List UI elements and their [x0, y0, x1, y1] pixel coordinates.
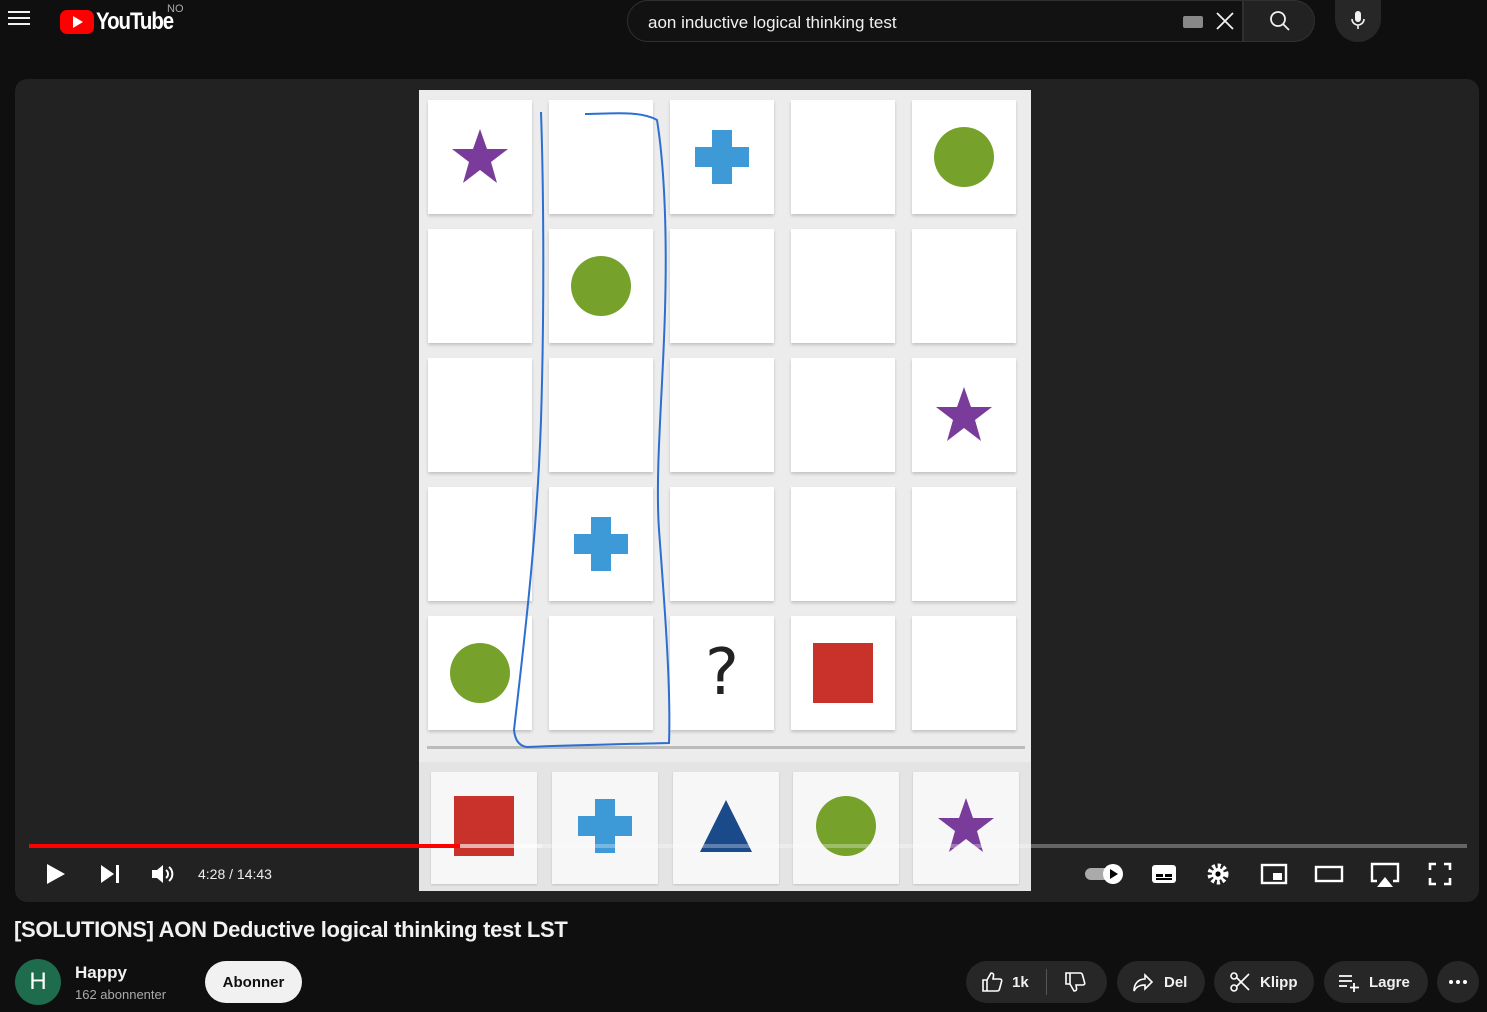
puzzle-image: ?: [419, 90, 1031, 891]
puzzle-cell: [670, 487, 774, 601]
puzzle-cell: [549, 487, 653, 601]
thumbs-up-icon: [982, 972, 1003, 992]
puzzle-cell: [912, 229, 1016, 343]
thumbs-down-icon: [1065, 972, 1086, 992]
airplay-icon[interactable]: [1369, 861, 1401, 889]
logo-text: YouTube: [96, 8, 174, 35]
scissors-icon: [1230, 972, 1250, 992]
country-code: NO: [167, 3, 184, 15]
like-dislike-group: 1k: [966, 961, 1107, 1003]
puzzle-cell: [912, 487, 1016, 601]
puzzle-cell: [912, 616, 1016, 730]
puzzle-cell: [428, 487, 532, 601]
red-square: [813, 643, 873, 703]
autoplay-toggle-icon[interactable]: [1085, 864, 1125, 884]
microphone-icon: [1351, 11, 1365, 29]
question-mark: ?: [705, 636, 739, 710]
green-circle: [450, 643, 510, 703]
puzzle-cell: [912, 100, 1016, 214]
puzzle-cell: [428, 229, 532, 343]
share-button[interactable]: Del: [1117, 961, 1205, 1003]
search-box: [627, 0, 1243, 42]
play-logo-icon: [60, 10, 94, 34]
progress-fill: [29, 844, 461, 848]
blue-cross: [571, 514, 631, 574]
green-circle: [571, 256, 631, 316]
puzzle-cell: [912, 358, 1016, 472]
puzzle-cell: [428, 100, 532, 214]
green-circle: [934, 127, 994, 187]
puzzle-cell: [791, 100, 895, 214]
puzzle-cell: [549, 616, 653, 730]
dislike-button[interactable]: [1047, 961, 1087, 1003]
clear-search-icon[interactable]: [1213, 9, 1237, 33]
puzzle-cell: [549, 100, 653, 214]
like-button[interactable]: 1k: [966, 961, 1046, 1003]
play-icon[interactable]: [43, 861, 67, 887]
puzzle-cell: [670, 229, 774, 343]
menu-icon[interactable]: [8, 8, 30, 30]
theater-mode-icon[interactable]: [1314, 863, 1344, 885]
puzzle-cell: [670, 358, 774, 472]
video-player[interactable]: ? 4:28 / 14:43: [15, 79, 1479, 902]
blue-cross: [692, 127, 752, 187]
voice-search-button[interactable]: [1335, 0, 1381, 42]
subscribe-button[interactable]: Abonner: [205, 961, 302, 1003]
volume-icon[interactable]: [150, 862, 176, 886]
masthead: YouTube NO: [0, 0, 1487, 56]
fullscreen-icon[interactable]: [1428, 862, 1452, 886]
progress-bar[interactable]: [29, 844, 1467, 848]
puzzle-cell: [791, 229, 895, 343]
share-icon: [1133, 973, 1154, 992]
puzzle-cell: [791, 616, 895, 730]
puzzle-cell: [428, 358, 532, 472]
save-to-playlist-icon: [1339, 975, 1359, 992]
puzzle-cell: [791, 487, 895, 601]
search-button[interactable]: [1243, 0, 1315, 42]
puzzle-divider: [427, 746, 1025, 749]
like-count: 1k: [1012, 973, 1029, 991]
share-label: Del: [1164, 973, 1188, 991]
puzzle-cell: [549, 358, 653, 472]
subscriber-count: 162 abonnenter: [75, 987, 167, 1002]
time-display: 4:28 / 14:43: [198, 866, 272, 882]
channel-name[interactable]: Happy: [75, 963, 127, 983]
clip-label: Klipp: [1260, 973, 1298, 991]
next-icon[interactable]: [98, 862, 122, 886]
puzzle-cell: [549, 229, 653, 343]
settings-icon[interactable]: [1206, 862, 1230, 886]
purple-star: [450, 127, 510, 187]
puzzle-cell: [791, 358, 895, 472]
save-label: Lagre: [1369, 973, 1410, 991]
player-controls: 4:28 / 14:43: [15, 849, 1479, 899]
miniplayer-icon[interactable]: [1260, 863, 1288, 885]
keyboard-icon[interactable]: [1183, 16, 1203, 28]
search-icon: [1270, 11, 1290, 31]
video-title: [SOLUTIONS] AON Deductive logical thinki…: [14, 917, 568, 942]
more-icon: [1449, 980, 1467, 984]
clip-button[interactable]: Klipp: [1214, 961, 1314, 1003]
channel-avatar[interactable]: H: [15, 959, 61, 1005]
save-button[interactable]: Lagre: [1324, 961, 1428, 1003]
subtitles-icon[interactable]: [1151, 863, 1177, 885]
puzzle-cell: [428, 616, 532, 730]
purple-star: [934, 385, 994, 445]
more-actions-button[interactable]: [1437, 961, 1479, 1003]
puzzle-cell: [670, 100, 774, 214]
search-input[interactable]: [646, 11, 1170, 35]
puzzle-cell: ?: [670, 616, 774, 730]
